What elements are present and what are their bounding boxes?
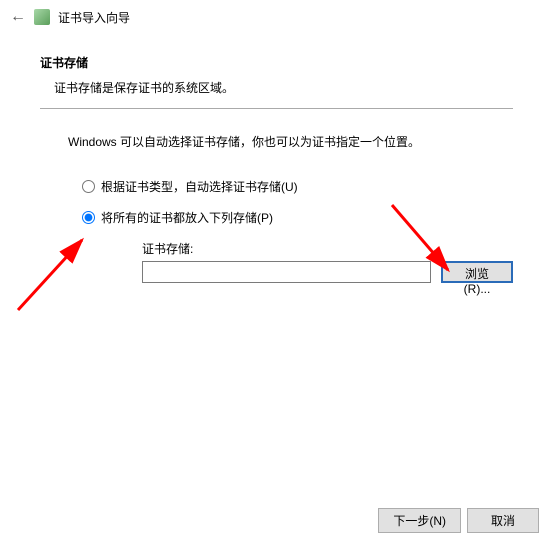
- section-description: 证书存储是保存证书的系统区域。: [54, 79, 513, 96]
- radio-group: 根据证书类型，自动选择证书存储(U) 将所有的证书都放入下列存储(P) 证书存储…: [82, 178, 513, 283]
- divider: [40, 108, 513, 109]
- browse-button[interactable]: 浏览(R)...: [441, 261, 513, 283]
- next-button[interactable]: 下一步(N): [378, 508, 461, 533]
- radio-auto-label: 根据证书类型，自动选择证书存储(U): [101, 178, 298, 195]
- radio-manual-select[interactable]: 将所有的证书都放入下列存储(P): [82, 209, 513, 226]
- store-section: 证书存储: 浏览(R)...: [142, 240, 513, 283]
- wizard-icon: [34, 9, 50, 25]
- content-area: 证书存储 证书存储是保存证书的系统区域。 Windows 可以自动选择证书存储，…: [0, 34, 553, 283]
- radio-manual-input[interactable]: [82, 211, 95, 224]
- header-title: 证书导入向导: [58, 9, 130, 26]
- back-arrow-icon[interactable]: ←: [10, 8, 26, 26]
- section-title: 证书存储: [40, 54, 513, 71]
- cancel-button[interactable]: 取消: [467, 508, 539, 533]
- radio-auto-select[interactable]: 根据证书类型，自动选择证书存储(U): [82, 178, 513, 195]
- store-input[interactable]: [142, 261, 431, 283]
- footer-buttons: 下一步(N) 取消: [378, 508, 539, 533]
- store-row: 浏览(R)...: [142, 261, 513, 283]
- wizard-header: ← 证书导入向导: [0, 0, 553, 34]
- radio-manual-label: 将所有的证书都放入下列存储(P): [101, 209, 273, 226]
- info-text: Windows 可以自动选择证书存储，你也可以为证书指定一个位置。: [68, 133, 513, 150]
- radio-auto-input[interactable]: [82, 180, 95, 193]
- store-label: 证书存储:: [142, 240, 513, 257]
